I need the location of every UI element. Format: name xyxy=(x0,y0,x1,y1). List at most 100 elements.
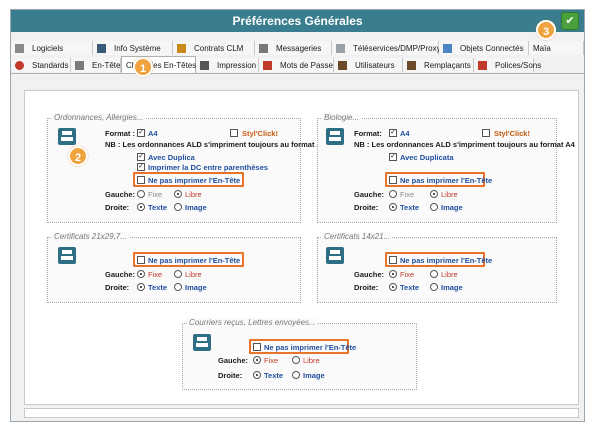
droite-image-radio[interactable] xyxy=(292,371,300,379)
gauche-libre-radio[interactable] xyxy=(292,356,300,364)
group-biologie: Biologie... Format: ✓ A4 Styl'Click! NB … xyxy=(317,113,575,223)
droite-texte-radio[interactable] xyxy=(137,283,145,291)
format-a4-checkbox[interactable]: ✓ xyxy=(389,129,397,137)
droite-label: Droite: xyxy=(218,371,243,380)
droite-texte-radio[interactable] xyxy=(137,203,145,211)
gauche-fixe-radio[interactable] xyxy=(137,190,145,198)
step-badge-3: 3 xyxy=(536,20,556,40)
step-badge-1: 1 xyxy=(133,57,153,77)
gauche-fixe-radio[interactable] xyxy=(137,270,145,278)
gauche-libre-radio[interactable] xyxy=(174,190,182,198)
droite-texte-radio[interactable] xyxy=(253,371,261,379)
format-a4-checkbox[interactable]: ✓ xyxy=(137,129,145,137)
avec-duplicata-checkbox[interactable]: ✓ xyxy=(389,153,397,161)
tab-ma-a[interactable]: Maïa xyxy=(529,41,584,55)
group-ordonnances: Ordonnances, Allergies... Format : ✓ A4 … xyxy=(47,113,326,223)
close-button[interactable]: ✔ xyxy=(561,12,579,30)
format-a4-label: A4 xyxy=(148,129,158,138)
tab-label: Utilisateurs xyxy=(355,60,395,70)
no-header-checkbox[interactable] xyxy=(253,343,261,351)
gauche-fixe-radio[interactable] xyxy=(389,190,397,198)
tab-contrats-clm[interactable]: Contrats CLM xyxy=(173,41,255,55)
avec-duplica-label: Avec Duplica xyxy=(148,153,195,162)
gauche-fixe-label: Fixe xyxy=(148,190,163,199)
gauche-libre-radio[interactable] xyxy=(430,190,438,198)
droite-image-label: Image xyxy=(441,203,463,212)
font-icon xyxy=(478,60,487,70)
wifi-icon xyxy=(443,43,452,53)
tab-label: Contrats CLM xyxy=(194,43,244,53)
gauche-fixe-label: Fixe xyxy=(400,190,415,199)
droite-label: Droite: xyxy=(354,283,379,292)
gauche-fixe-label: Fixe xyxy=(264,356,279,365)
tab-mots-de-passe[interactable]: Mots de Passe xyxy=(259,58,334,72)
droite-label: Droite: xyxy=(354,203,379,212)
gauche-libre-radio[interactable] xyxy=(174,270,182,278)
group-title: Certificats 14x21... xyxy=(322,232,393,241)
dot-icon xyxy=(15,60,24,70)
droite-image-radio[interactable] xyxy=(174,203,182,211)
tab-messageries[interactable]: Messageries xyxy=(255,41,332,55)
no-header-checkbox[interactable] xyxy=(389,176,397,184)
tab-label: Messageries xyxy=(276,43,322,53)
tab-utilisateurs[interactable]: Utilisateurs xyxy=(334,58,403,72)
tab-divider xyxy=(11,73,584,74)
tab-logiciels[interactable]: Logiciels xyxy=(11,41,93,55)
no-header-checkbox[interactable] xyxy=(137,176,145,184)
gauche-label: Gauche: xyxy=(105,270,136,279)
ald-note: NB : Les ordonnances ALD s'impriment tou… xyxy=(105,140,326,149)
no-header-label: Ne pas imprimer l'En-Tête xyxy=(264,343,357,352)
droite-texte-label: Texte xyxy=(264,371,284,380)
imprimer-dc-checkbox[interactable]: ✓ xyxy=(137,163,145,171)
gauche-label: Gauche: xyxy=(354,190,385,199)
avec-duplica-checkbox[interactable]: ✓ xyxy=(137,153,145,161)
stylclick-checkbox[interactable] xyxy=(482,129,490,137)
tab-rempla-ants[interactable]: Remplaçants xyxy=(403,58,474,72)
droite-texte-radio[interactable] xyxy=(389,283,397,291)
format-a4-label: A4 xyxy=(400,129,410,138)
check-icon: ✔ xyxy=(565,15,575,27)
printer-icon xyxy=(58,247,76,264)
tab-polices-sons[interactable]: Polices/Sons xyxy=(474,58,541,72)
tab-label: Mots de Passe xyxy=(280,60,333,70)
tab-standards[interactable]: Standards xyxy=(11,58,71,72)
window-title: Préférences Générales xyxy=(11,10,584,32)
gauche-fixe-radio[interactable] xyxy=(389,270,397,278)
no-header-checkbox[interactable] xyxy=(389,256,397,264)
droite-texte-label: Texte xyxy=(148,203,168,212)
gauche-libre-radio[interactable] xyxy=(430,270,438,278)
droite-image-label: Image xyxy=(185,203,207,212)
pencil-icon xyxy=(177,43,186,53)
group-title: Courriers reçus, Lettres envoyées... xyxy=(187,318,318,327)
droite-image-label: Image xyxy=(185,283,207,292)
tab-en-t-te[interactable]: En-Tête xyxy=(71,58,121,72)
no-header-label: Ne pas imprimer l'En-Tête xyxy=(400,256,493,265)
user-icon xyxy=(338,60,347,70)
printer-icon xyxy=(58,128,76,145)
tab-label: Remplaçants xyxy=(424,60,471,70)
stylclick-checkbox[interactable] xyxy=(230,129,238,137)
droite-texte-label: Texte xyxy=(148,283,168,292)
tab-label: Objets Connectés xyxy=(460,43,524,53)
gauche-fixe-radio[interactable] xyxy=(253,356,261,364)
preferences-window: Préférences Générales ✔ Logiciels Info Sy… xyxy=(10,9,585,422)
stylclick-label: Styl'Click! xyxy=(494,129,530,138)
droite-image-radio[interactable] xyxy=(174,283,182,291)
tab-impression[interactable]: Impression xyxy=(196,58,259,72)
tab-objets-connect-s[interactable]: Objets Connectés xyxy=(439,41,529,55)
droite-image-radio[interactable] xyxy=(430,203,438,211)
droite-image-radio[interactable] xyxy=(430,283,438,291)
no-header-checkbox[interactable] xyxy=(137,256,145,264)
status-bar xyxy=(24,408,579,418)
gauche-label: Gauche: xyxy=(105,190,136,199)
droite-texte-radio[interactable] xyxy=(389,203,397,211)
group-title: Certificats 21x29,7... xyxy=(52,232,129,241)
no-header-label: Ne pas imprimer l'En-Tête xyxy=(400,176,493,185)
printer-icon xyxy=(193,334,211,351)
group-title: Biologie... xyxy=(322,113,362,122)
tab-label: Impression xyxy=(217,60,257,70)
tab-t-l-services-dmp-proxy[interactable]: Téléservices/DMP/Proxy xyxy=(332,41,441,55)
no-header-label: Ne pas imprimer l'En-Tête xyxy=(148,256,241,265)
tab-info-syst-me[interactable]: Info Système xyxy=(93,41,173,55)
tab-label: Téléservices/DMP/Proxy xyxy=(353,43,441,53)
